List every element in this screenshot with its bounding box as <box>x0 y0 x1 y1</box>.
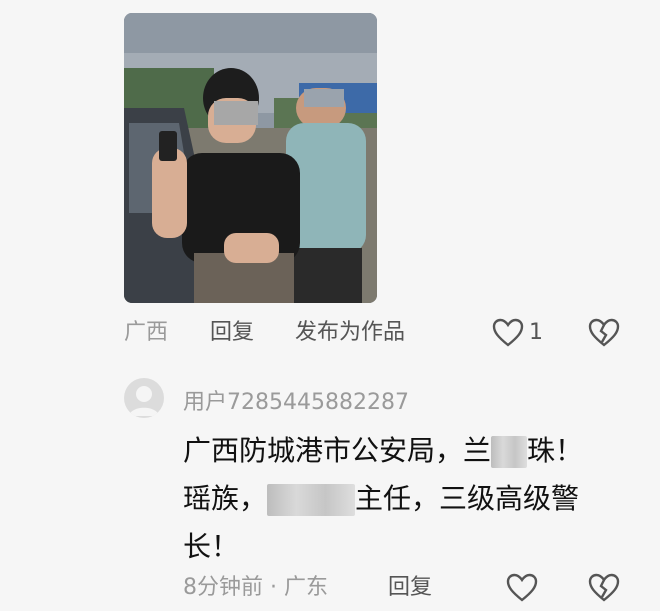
heart-outline-icon[interactable] <box>506 572 538 604</box>
broken-heart-icon[interactable] <box>588 572 620 604</box>
comment-action-row: 8分钟前 · 广东 回复 <box>0 568 660 608</box>
comment-line-1-end: 珠！ <box>527 434 584 467</box>
broken-heart-icon[interactable] <box>588 317 620 349</box>
video-thumbnail-illustration <box>124 13 377 303</box>
comment-line-3: 长！ <box>183 530 240 563</box>
post-location: 广西 <box>124 320 169 345</box>
comment-text: 广西防城港市公安局，兰 珠！ 瑶族， 主任，三级高级警 长！ <box>183 427 633 571</box>
commenter-username[interactable]: 用户7285445882287 <box>183 384 409 416</box>
like-count: 1 <box>529 320 543 345</box>
censored-text-block <box>491 436 528 468</box>
publish-as-work-button[interactable]: 发布为作品 <box>295 313 405 353</box>
comment-line-2-start: 瑶族， <box>183 482 268 515</box>
censored-text-block <box>267 484 356 516</box>
default-avatar-icon <box>129 386 159 416</box>
comment-time-location: 8分钟前 · 广东 <box>183 575 328 600</box>
comment-line-2: 瑶族， 主任，三级高级警 <box>183 475 633 523</box>
comment-reply-button[interactable]: 回复 <box>388 568 432 608</box>
post-action-row: 广西 回复 发布为作品 1 <box>0 313 660 353</box>
commenter-avatar[interactable] <box>124 378 164 418</box>
heart-outline-icon[interactable] <box>492 317 524 349</box>
comment-line-1: 广西防城港市公安局，兰 珠！ <box>183 427 633 475</box>
comment-line-2-end: 主任，三级高级警 <box>355 482 580 515</box>
video-thumbnail[interactable] <box>124 13 377 303</box>
post-reply-button[interactable]: 回复 <box>210 313 254 353</box>
comment-line-1-start: 广西防城港市公安局，兰 <box>183 434 492 467</box>
